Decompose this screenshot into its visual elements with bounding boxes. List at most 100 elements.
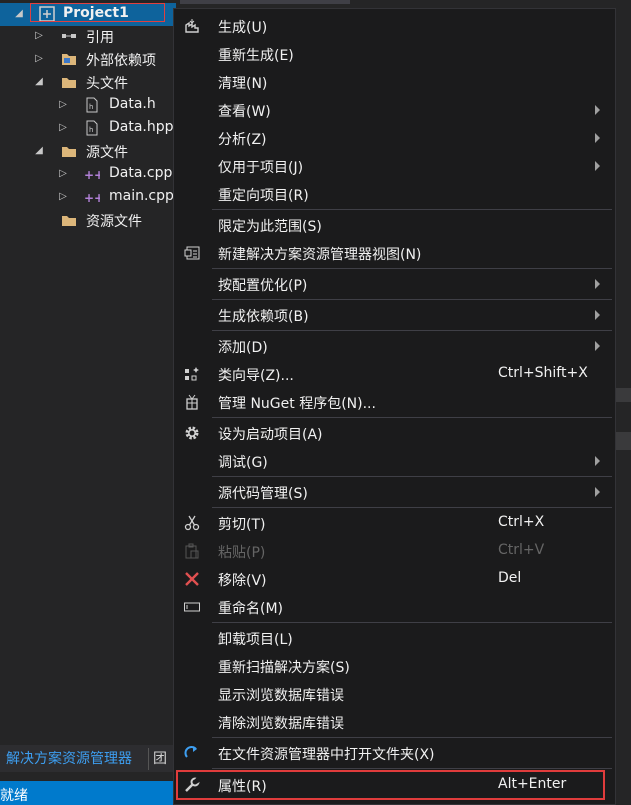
collapsed-arrow-icon[interactable]: ▷ xyxy=(58,169,68,179)
menu-item-cut[interactable]: 剪切(T) Ctrl+X xyxy=(174,509,615,537)
menu-separator xyxy=(212,268,612,269)
menu-item-label: 类向导(Z)... xyxy=(218,368,294,384)
menu-item-build[interactable]: 生成(U) xyxy=(174,12,615,40)
menu-item-label: 重定向项目(R) xyxy=(218,188,309,204)
menu-item-shortcut: Ctrl+X xyxy=(498,514,545,530)
menu-item-label: 管理 NuGet 程序包(N)... xyxy=(218,396,376,412)
svg-text:h: h xyxy=(89,103,93,111)
nuget-icon xyxy=(183,394,201,410)
cpp-file-icon: ++ xyxy=(84,166,100,182)
svg-text:++: ++ xyxy=(84,168,100,182)
menu-item-clean[interactable]: 清理(N) xyxy=(174,68,615,96)
collapsed-arrow-icon[interactable]: ▷ xyxy=(34,54,44,64)
menu-separator xyxy=(212,768,612,769)
tree-top-bar xyxy=(180,0,350,4)
menu-item-unload-project[interactable]: 卸载项目(L) xyxy=(174,624,615,652)
menu-item-label: 显示浏览数据库错误 xyxy=(218,688,344,704)
tree-item-header-files[interactable]: ◢ 头文件 xyxy=(0,71,176,94)
references-icon xyxy=(61,28,77,44)
menu-item-build-dependencies[interactable]: 生成依赖项(B) xyxy=(174,301,615,329)
menu-item-clear-browse-db-errors[interactable]: 清除浏览数据库错误 xyxy=(174,708,615,736)
menu-item-set-startup-project[interactable]: 设为启动项目(A) xyxy=(174,419,615,447)
menu-item-label: 重新扫描解决方案(S) xyxy=(218,660,350,676)
context-menu: 生成(U) 重新生成(E) 清理(N) 查看(W) 分析(Z) 仅用于项目(J)… xyxy=(173,8,616,805)
header-file-icon: h xyxy=(84,97,100,113)
expanded-arrow-icon[interactable]: ◢ xyxy=(34,146,44,156)
folder-icon xyxy=(61,143,77,159)
open-folder-arrow-icon xyxy=(183,745,201,761)
menu-item-profile-guided-optimization[interactable]: 按配置优化(P) xyxy=(174,270,615,298)
scissors-icon xyxy=(183,515,201,531)
tree-item-label: 资源文件 xyxy=(86,214,142,230)
menu-separator xyxy=(212,476,612,477)
collapsed-arrow-icon[interactable]: ▷ xyxy=(34,31,44,41)
tree-item-source-files[interactable]: ◢ 源文件 xyxy=(0,140,176,163)
menu-item-label: 调试(G) xyxy=(218,455,268,471)
menu-item-scope-to-this[interactable]: 限定为此范围(S) xyxy=(174,211,615,239)
menu-item-remove[interactable]: 移除(V) Del xyxy=(174,565,615,593)
menu-item-label: 重新生成(E) xyxy=(218,48,294,64)
menu-item-open-in-file-explorer[interactable]: 在文件资源管理器中打开文件夹(X) xyxy=(174,739,615,767)
submenu-arrow-icon xyxy=(595,310,600,320)
paste-icon xyxy=(183,543,201,559)
menu-item-analyze[interactable]: 分析(Z) xyxy=(174,124,615,152)
menu-item-class-wizard[interactable]: 类向导(Z)... Ctrl+Shift+X xyxy=(174,360,615,388)
tree-item-label: 头文件 xyxy=(86,76,128,92)
menu-item-shortcut: Del xyxy=(498,570,522,586)
tree-item-external-deps[interactable]: ▷ 外部依赖项 xyxy=(0,48,176,71)
tree-item-data-h[interactable]: ▷ h Data.h xyxy=(0,94,176,117)
menu-item-label: 在文件资源管理器中打开文件夹(X) xyxy=(218,747,435,763)
submenu-arrow-icon xyxy=(595,279,600,289)
tree-item-label: Data.h xyxy=(109,96,156,112)
menu-item-retarget[interactable]: 重定向项目(R) xyxy=(174,180,615,208)
right-panel-block xyxy=(616,388,631,402)
tree-item-label: 引用 xyxy=(86,30,114,46)
menu-separator xyxy=(212,622,612,623)
tab-solution-explorer[interactable]: 解决方案资源管理器 xyxy=(0,748,132,770)
menu-item-source-control[interactable]: 源代码管理(S) xyxy=(174,478,615,506)
tab-team-explorer[interactable]: 团 xyxy=(148,748,173,770)
folder-icon xyxy=(61,212,77,228)
menu-item-add[interactable]: 添加(D) xyxy=(174,332,615,360)
submenu-arrow-icon xyxy=(595,341,600,351)
tree-item-data-cpp[interactable]: ▷ ++ Data.cpp xyxy=(0,163,176,186)
class-wizard-icon xyxy=(183,366,201,382)
menu-item-shortcut: Ctrl+V xyxy=(498,542,545,558)
expanded-arrow-icon[interactable]: ◢ xyxy=(14,9,24,19)
svg-text:++: ++ xyxy=(84,191,100,205)
menu-item-rebuild[interactable]: 重新生成(E) xyxy=(174,40,615,68)
tree-item-resource-files[interactable]: 资源文件 xyxy=(0,209,176,232)
menu-item-label: 卸载项目(L) xyxy=(218,632,293,648)
status-bar: 就绪 xyxy=(0,781,173,805)
submenu-arrow-icon xyxy=(595,456,600,466)
menu-item-label: 清除浏览数据库错误 xyxy=(218,716,344,732)
folder-icon xyxy=(61,74,77,90)
submenu-arrow-icon xyxy=(595,487,600,497)
menu-item-label: 按配置优化(P) xyxy=(218,278,308,294)
tree-item-label: Data.cpp xyxy=(109,165,173,181)
menu-item-paste: 粘贴(P) Ctrl+V xyxy=(174,537,615,565)
menu-item-show-browse-db-errors[interactable]: 显示浏览数据库错误 xyxy=(174,680,615,708)
menu-item-shortcut: Ctrl+Shift+X xyxy=(498,365,588,381)
menu-item-rename[interactable]: 重命名(M) xyxy=(174,593,615,621)
menu-item-label: 生成(U) xyxy=(218,20,268,36)
tree-item-label: main.cpp xyxy=(109,188,174,204)
collapsed-arrow-icon[interactable]: ▷ xyxy=(58,123,68,133)
menu-item-view[interactable]: 查看(W) xyxy=(174,96,615,124)
collapsed-arrow-icon[interactable]: ▷ xyxy=(58,192,68,202)
tree-item-references[interactable]: ▷ 引用 xyxy=(0,25,176,48)
tree-item-label: 外部依赖项 xyxy=(86,53,156,69)
tree-item-main-cpp[interactable]: ▷ ++ main.cpp xyxy=(0,186,176,209)
menu-item-manage-nuget[interactable]: 管理 NuGet 程序包(N)... xyxy=(174,388,615,416)
collapsed-arrow-icon[interactable]: ▷ xyxy=(58,100,68,110)
menu-item-new-explorer-view[interactable]: 新建解决方案资源管理器视图(N) xyxy=(174,239,615,267)
menu-item-debug[interactable]: 调试(G) xyxy=(174,447,615,475)
menu-item-label: 剪切(T) xyxy=(218,517,266,533)
menu-item-project-only[interactable]: 仅用于项目(J) xyxy=(174,152,615,180)
menu-item-label: 清理(N) xyxy=(218,76,268,92)
expanded-arrow-icon[interactable]: ◢ xyxy=(34,77,44,87)
tree-item-data-hpp[interactable]: ▷ h Data.hpp xyxy=(0,117,176,140)
menu-item-rescan-solution[interactable]: 重新扫描解决方案(S) xyxy=(174,652,615,680)
menu-item-label: 生成依赖项(B) xyxy=(218,309,309,325)
menu-item-label: 限定为此范围(S) xyxy=(218,219,322,235)
